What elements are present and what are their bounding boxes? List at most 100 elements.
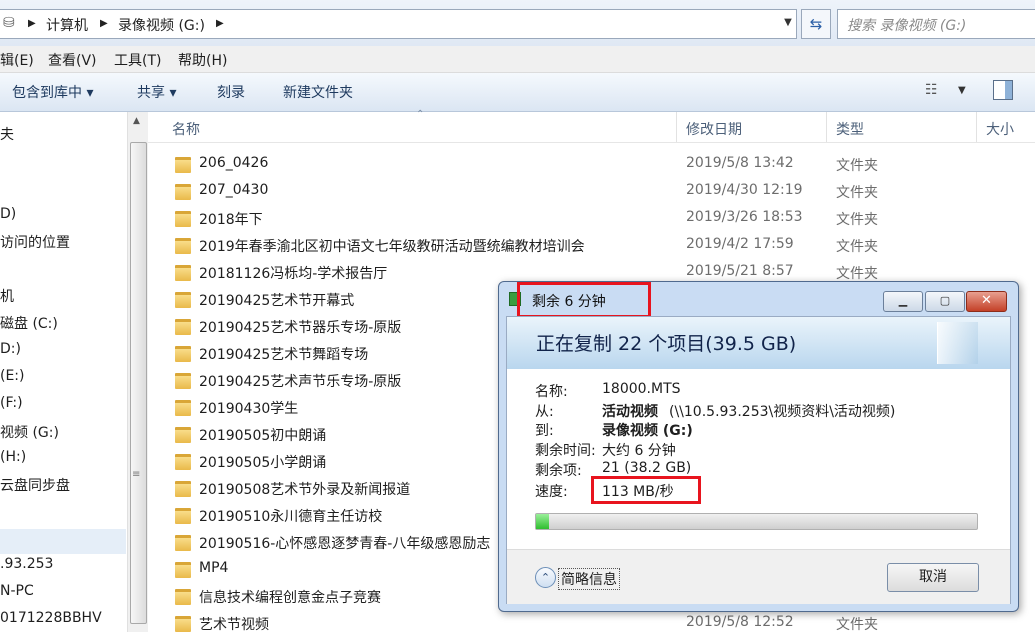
table-row[interactable]: 2019年春季渝北区初中语文七年级教研活动暨统编教材培训会 2019/4/2 17… <box>148 232 1035 259</box>
menu-tools[interactable]: 工具(T) <box>114 50 161 70</box>
folder-icon <box>175 454 191 470</box>
drive-icon: ⛁ <box>3 15 15 31</box>
nav-item[interactable]: 夫 <box>0 124 14 144</box>
from-path: (\\10.5.93.253\视频资料\活动视频) <box>669 404 896 420</box>
table-row[interactable]: 艺术节视频 2019/5/8 12:52 文件夹 <box>148 610 1035 637</box>
table-row[interactable]: 206_0426 2019/5/8 13:42 文件夹 <box>148 151 1035 178</box>
column-separator[interactable] <box>826 112 827 142</box>
file-name: 20190510永川德育主任访校 <box>199 509 383 525</box>
nav-item-cloud[interactable]: 云盘同步盘 <box>0 475 70 495</box>
nav-item-g[interactable]: 视频 (G:) <box>0 422 59 442</box>
nav-scrollbar[interactable]: ▲ ≡ <box>127 112 148 632</box>
file-name: 信息技术编程创意金点子竞赛 <box>199 590 381 606</box>
folder-icon <box>175 157 191 173</box>
chevron-right-icon[interactable]: ▶ <box>100 18 108 29</box>
menu-view[interactable]: 查看(V) <box>48 50 97 70</box>
scroll-up-icon[interactable]: ▲ <box>133 116 140 126</box>
less-info-button[interactable]: 简略信息 <box>558 568 620 590</box>
folder-icon <box>175 508 191 524</box>
maximize-icon[interactable]: ▢ <box>925 291 965 312</box>
folder-icon <box>175 184 191 200</box>
folder-icon <box>175 427 191 443</box>
file-type: 文件夹 <box>836 617 878 633</box>
grip-icon: ≡ <box>132 469 141 480</box>
file-name: 206_0426 <box>199 155 269 171</box>
dialog-titlebar[interactable]: 剩余 6 分钟 ▁ ▢ ✕ <box>499 282 1018 318</box>
view-options-icon[interactable]: ☷ <box>925 82 938 98</box>
address-bar-area: ⛁ ▶ 计算机 ▶ 录像视频 (G:) ▶ ▼ ⇆ 搜索 录像视频 (G:) <box>0 0 1035 46</box>
chevron-right-icon[interactable]: ▶ <box>28 18 36 29</box>
breadcrumb-drive[interactable]: 录像视频 (G:) <box>118 15 205 35</box>
folder-icon <box>175 562 191 578</box>
cancel-button[interactable]: 取消 <box>887 563 979 592</box>
chevron-up-icon[interactable]: ⌃ <box>535 567 556 588</box>
nav-item-pc[interactable]: N-PC <box>0 583 34 599</box>
table-row[interactable]: 2018年下 2019/3/26 18:53 文件夹 <box>148 205 1035 232</box>
close-icon[interactable]: ✕ <box>966 291 1007 312</box>
nav-item-host[interactable]: 0171228BBHV <box>0 610 102 626</box>
file-name: 20190430学生 <box>199 401 299 417</box>
address-bar[interactable]: ⛁ ▶ 计算机 ▶ 录像视频 (G:) ▶ <box>0 9 797 39</box>
file-name: 20190508艺术节外录及新闻报道 <box>199 482 411 498</box>
address-dropdown-icon[interactable]: ▼ <box>779 11 797 35</box>
file-name: 2018年下 <box>199 212 263 228</box>
folder-icon <box>175 211 191 227</box>
to-label: 到: <box>535 423 554 439</box>
new-folder-button[interactable]: 新建文件夹 <box>283 82 353 102</box>
nav-item-c[interactable]: 磁盘 (C:) <box>0 313 58 333</box>
refresh-icon[interactable]: ⇆ <box>801 9 831 39</box>
file-type: 文件夹 <box>836 212 878 228</box>
items-label: 剩余项: <box>535 463 582 479</box>
navigation-pane: 夫 D) 访问的位置 机 磁盘 (C:) D:) (E:) (F:) 视频 (G… <box>0 112 127 632</box>
scroll-thumb[interactable] <box>130 142 147 624</box>
from-source-link[interactable]: 活动视频 <box>602 401 658 421</box>
file-name: 20190505小学朗诵 <box>199 455 327 471</box>
sort-up-icon: ⌃ <box>416 109 425 120</box>
search-input[interactable]: 搜索 录像视频 (G:) <box>837 9 1035 39</box>
preview-pane-icon[interactable] <box>993 80 1013 100</box>
file-name: 20190425艺术节器乐专场-原版 <box>199 320 402 336</box>
file-type: 文件夹 <box>836 266 878 282</box>
decoration-graphic <box>937 322 978 364</box>
table-row[interactable]: 207_0430 2019/4/30 12:19 文件夹 <box>148 178 1035 205</box>
column-separator[interactable] <box>976 112 977 142</box>
items-value: 21 (38.2 GB) <box>602 460 692 476</box>
column-name[interactable]: 名称 <box>172 119 200 139</box>
file-type: 文件夹 <box>836 158 878 174</box>
nav-item-recent[interactable]: 访问的位置 <box>0 232 70 252</box>
chevron-right-icon[interactable]: ▶ <box>216 18 224 29</box>
burn-button[interactable]: 刻录 <box>217 82 245 102</box>
to-destination-link[interactable]: 录像视频 (G:) <box>602 420 693 440</box>
share-button[interactable]: 共享 ▾ <box>137 82 176 102</box>
file-type: 文件夹 <box>836 239 878 255</box>
file-name: 2019年春季渝北区初中语文七年级教研活动暨统编教材培训会 <box>199 239 585 255</box>
column-header: 名称 ⌃ 修改日期 类型 大小 <box>148 109 1035 143</box>
menu-help[interactable]: 帮助(H) <box>178 50 227 70</box>
nav-item-e[interactable]: (E:) <box>0 368 25 384</box>
from-label: 从: <box>535 404 554 420</box>
nav-item-f[interactable]: (F:) <box>0 395 23 411</box>
file-name: 20190516-心怀感恩逐梦青春-八年级感恩励志 <box>199 536 491 552</box>
menu-edit[interactable]: 辑(E) <box>0 50 34 70</box>
nav-item-h[interactable]: (H:) <box>0 449 26 465</box>
nav-item[interactable]: D) <box>0 206 16 222</box>
column-date[interactable]: 修改日期 <box>686 119 742 139</box>
file-date: 2019/4/2 17:59 <box>686 236 794 252</box>
view-dropdown-icon[interactable]: ▼ <box>958 85 966 96</box>
dialog-body: 正在复制 22 个项目(39.5 GB) 名称: 18000.MTS 从: 活动… <box>506 316 1011 604</box>
column-size[interactable]: 大小 <box>986 119 1014 139</box>
highlight-box <box>517 282 651 318</box>
dialog-footer: ⌃ 简略信息 取消 <box>507 549 1010 604</box>
breadcrumb-computer[interactable]: 计算机 <box>46 15 88 35</box>
folder-icon <box>175 238 191 254</box>
include-library-button[interactable]: 包含到库中 ▾ <box>12 82 93 102</box>
column-separator[interactable] <box>676 112 677 142</box>
nav-item-computer[interactable]: 机 <box>0 286 14 306</box>
folder-icon <box>175 346 191 362</box>
column-type[interactable]: 类型 <box>836 119 864 139</box>
file-name: 20181126冯栎均-学术报告厅 <box>199 266 388 282</box>
nav-item-d[interactable]: D:) <box>0 341 21 357</box>
nav-item-network[interactable]: .93.253 <box>0 556 53 572</box>
minimize-icon[interactable]: ▁ <box>883 291 923 312</box>
folder-icon <box>175 292 191 308</box>
